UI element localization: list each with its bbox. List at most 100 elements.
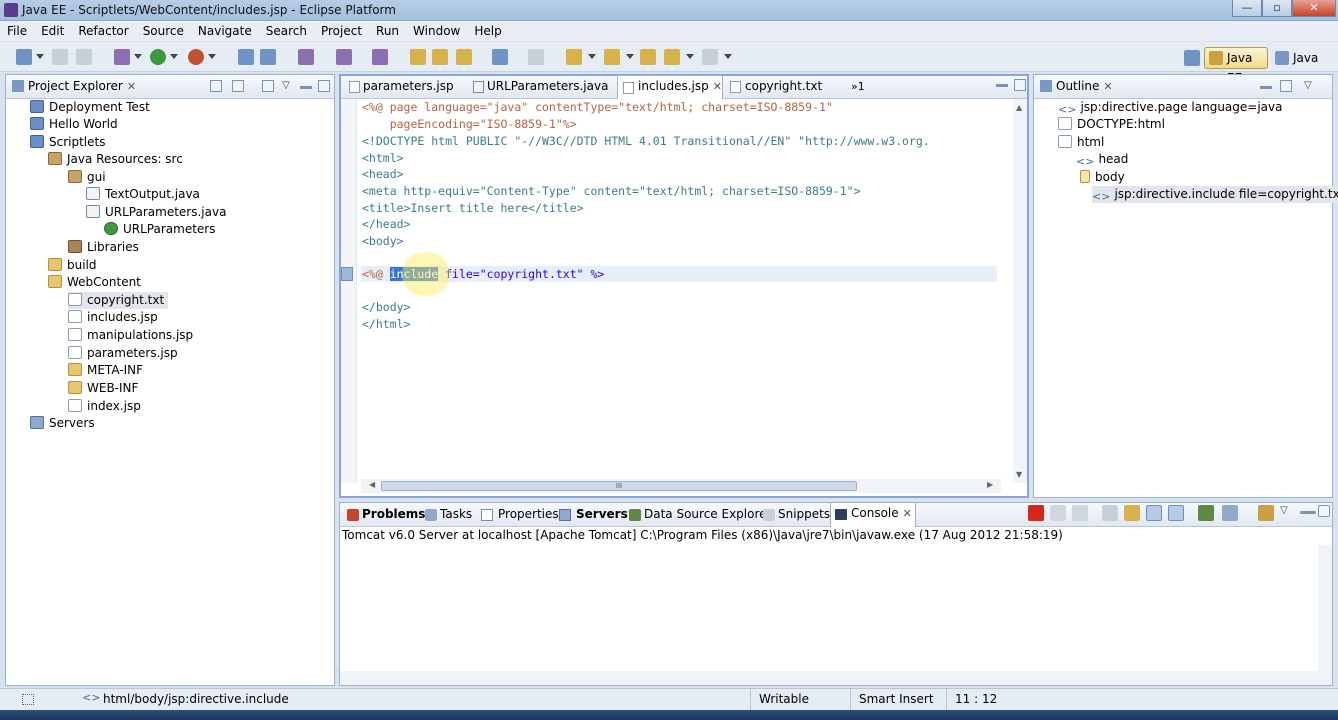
search-icon[interactable] [456,49,472,65]
save-icon[interactable] [52,49,68,65]
perspective-javaee[interactable]: Java EE [1204,47,1268,85]
minimize-view-icon[interactable] [1300,511,1316,514]
tree-item-includes-jsp[interactable]: includes.jsp [68,309,158,326]
external-tools-icon[interactable] [188,49,204,65]
view-menu-icon[interactable]: ▽ [282,80,294,92]
menu-source[interactable]: Source [136,24,191,38]
console-horizontal-scrollbar[interactable] [340,671,1332,685]
next-annotation-icon[interactable] [566,49,582,65]
close-icon[interactable]: ✕ [127,80,136,93]
annotation-icon[interactable] [528,49,544,65]
project-explorer-tab[interactable]: Project Explorer ✕ [12,76,136,98]
tree-item-index-jsp[interactable]: index.jsp [68,398,141,415]
tab-copyright-txt[interactable]: copyright.txt [725,76,845,98]
tab-overflow[interactable]: »1 [851,76,865,98]
run-dropdown-arrow[interactable] [170,54,178,59]
terminate-icon[interactable] [1028,505,1044,521]
scroll-down-arrow-icon[interactable]: ▼ [1016,470,1022,479]
remove-launch-icon[interactable] [1050,505,1066,521]
tab-tasks[interactable]: Tasks [422,504,472,526]
menu-help[interactable]: Help [467,24,508,38]
perspective-java[interactable]: Java [1270,47,1320,69]
menu-run[interactable]: Run [369,24,406,38]
open-perspective-icon[interactable] [1184,50,1200,66]
minimize-view-icon[interactable] [1260,86,1272,89]
outline-item-doctype[interactable]: DOCTYPE:html [1058,116,1165,133]
tree-item-urlparameters-java[interactable]: URLParameters.java [86,204,226,221]
tab-servers[interactable]: Servers [556,504,628,526]
tree-item-scriptlets[interactable]: Scriptlets [30,134,105,151]
clear-console-icon[interactable] [1102,505,1118,521]
console-vertical-scrollbar[interactable] [1318,545,1332,673]
link-with-editor-icon[interactable] [232,80,244,92]
refresh-icon[interactable] [298,49,314,65]
tab-properties[interactable]: Properties [478,504,559,526]
maximize-editor-icon[interactable] [1014,79,1026,91]
tab-snippets[interactable]: Snippets [760,504,830,526]
view-menu-icon[interactable]: ▽ [1304,80,1316,92]
tree-item-build[interactable]: build [48,257,97,274]
tab-console[interactable]: Console ✕ [830,502,916,527]
tab-data-source-explorer[interactable]: Data Source Explorer [626,504,771,526]
menu-refactor[interactable]: Refactor [71,24,135,38]
new-web-project-icon[interactable] [260,49,276,65]
print-icon[interactable] [76,49,92,65]
next-annotation-dropdown-arrow[interactable] [588,54,596,59]
close-icon[interactable]: ✕ [1103,80,1112,93]
prev-annotation-icon[interactable] [604,49,620,65]
menu-search[interactable]: Search [259,24,314,38]
back-dropdown-arrow[interactable] [686,54,694,59]
scroll-left-arrow-icon[interactable]: ◀ [369,480,375,489]
tree-item-copyright-txt[interactable]: copyright.txt [68,292,169,309]
tree-item-servers[interactable]: Servers [30,415,95,432]
open-type-icon[interactable] [410,49,426,65]
tree-item-libraries[interactable]: Libraries [68,239,139,256]
menu-window[interactable]: Window [406,24,467,38]
tab-parameters-jsp[interactable]: parameters.jsp [345,76,469,98]
collapse-all-icon[interactable] [210,80,222,92]
debug-dropdown-arrow[interactable] [134,54,142,59]
outline-item-head[interactable]: <> head [1076,151,1128,168]
maximize-button[interactable]: ▫ [1262,0,1292,17]
open-console-icon[interactable] [1258,505,1274,521]
tree-item-gui[interactable]: gui [68,169,106,186]
close-icon[interactable]: ✕ [713,80,722,93]
close-icon[interactable]: ✕ [903,507,912,520]
scroll-up-arrow-icon[interactable]: ▲ [1016,103,1022,112]
maximize-view-icon[interactable] [1280,80,1292,92]
scroll-right-arrow-icon[interactable]: ▶ [987,480,993,489]
show-on-stdout-icon[interactable] [1146,505,1162,521]
remove-all-launches-icon[interactable] [1072,505,1088,521]
minimize-view-icon[interactable] [300,86,312,89]
tab-problems[interactable]: Problems [344,504,425,526]
horizontal-scrollbar[interactable]: ◀ III ▶ [361,479,1001,493]
outline-item-html[interactable]: html [1058,134,1104,151]
new-server-icon[interactable] [238,49,254,65]
forward-icon[interactable] [702,49,718,65]
pin-console-icon[interactable] [1198,505,1214,521]
tree-item-webcontent[interactable]: WebContent [48,274,141,291]
outline-item-page-directive[interactable]: <> jsp:directive.page language=java [1058,99,1282,116]
display-console-icon[interactable] [1222,505,1238,521]
prev-annotation-dropdown-arrow[interactable] [626,54,634,59]
run-icon[interactable] [150,49,166,65]
menu-edit[interactable]: Edit [34,24,71,38]
tree-item-deployment-test[interactable]: Deployment Test [30,99,150,116]
tree-item-parameters-jsp[interactable]: parameters.jsp [68,345,178,362]
external-tools-dropdown-arrow[interactable] [208,54,216,59]
new-dropdown-arrow[interactable] [36,54,44,59]
back-icon[interactable] [664,49,680,65]
close-button[interactable]: ✕ [1292,0,1336,17]
tree-item-web-inf[interactable]: WEB-INF [68,380,138,397]
show-on-stderr-icon[interactable] [1168,505,1184,521]
outline-tab[interactable]: Outline ✕ [1040,76,1113,98]
filter-icon[interactable] [262,80,274,92]
fast-view-icon[interactable] [22,694,34,705]
open-task-icon[interactable] [432,49,448,65]
tree-item-java-resources[interactable]: Java Resources: src [48,151,183,168]
servlet-icon[interactable] [336,49,352,65]
view-menu-icon[interactable]: ▽ [1280,505,1296,521]
outline-item-include-directive[interactable]: <> jsp:directive.include file=copyright.t… [1092,186,1338,203]
minimize-editor-icon[interactable] [996,84,1008,87]
outline-item-body[interactable]: body [1080,169,1125,186]
